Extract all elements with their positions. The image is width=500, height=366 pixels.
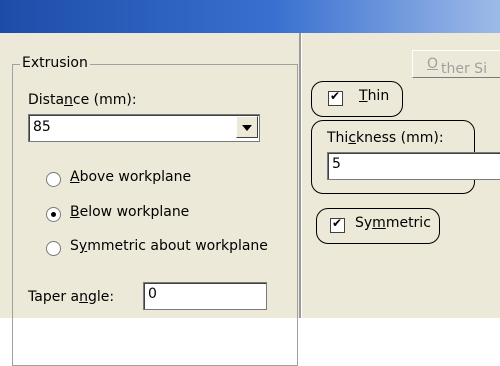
extrusion-group-label: Extrusion (20, 55, 90, 71)
title-bar (0, 0, 500, 33)
thickness-label: Thickness (mm): (327, 130, 444, 146)
thin-checkbox[interactable] (328, 89, 343, 106)
symmetric-label: Symmetric (355, 215, 431, 231)
taper-angle-value: 0 (148, 286, 157, 302)
radio-below-workplane-label: Below workplane (70, 204, 190, 220)
taper-angle-input[interactable]: 0 (143, 282, 267, 310)
distance-label: Distance (mm): (28, 92, 137, 108)
radio-above-workplane[interactable] (46, 172, 61, 187)
thickness-value: 5 (332, 156, 341, 172)
radio-above-workplane-label: Above workplane (70, 169, 192, 185)
radio-symmetric-workplane[interactable] (46, 241, 61, 256)
distance-combobox[interactable]: 85 (28, 114, 260, 142)
other-sides-button-label: Other Si (427, 56, 487, 77)
radio-symmetric-workplane-label: Symmetric about workplane (70, 238, 268, 254)
panel-divider (299, 33, 302, 318)
symmetric-checkbox[interactable] (330, 216, 345, 233)
thickness-input[interactable]: 5 (327, 152, 500, 180)
thin-label: Thin (359, 88, 390, 104)
taper-angle-label: Taper angle: (28, 289, 115, 305)
distance-value: 85 (33, 119, 51, 135)
dropdown-arrow-icon[interactable] (236, 116, 258, 138)
other-sides-button[interactable]: Other Si (412, 50, 500, 78)
radio-below-workplane[interactable] (46, 207, 61, 222)
